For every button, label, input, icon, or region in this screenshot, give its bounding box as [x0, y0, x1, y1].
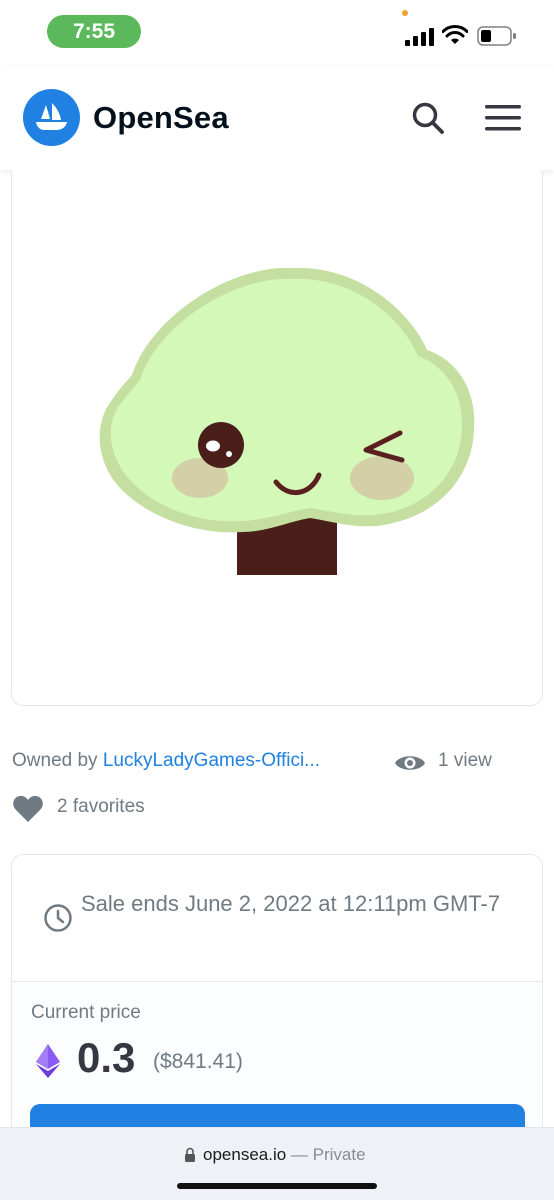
search-button[interactable]	[408, 98, 448, 138]
view-count: 1 view	[438, 750, 492, 771]
browser-url-bar[interactable]: opensea.io — Private	[0, 1127, 554, 1200]
owned-by-row: Owned by LuckyLadyGames-Offici...	[12, 750, 320, 772]
nft-image-card[interactable]	[11, 170, 543, 706]
favorites-count[interactable]: 2 favorites	[57, 796, 145, 818]
owner-link[interactable]: LuckyLadyGames-Offici...	[103, 750, 320, 771]
price-eth: 0.3	[77, 1034, 136, 1081]
status-bar: 7:55	[0, 0, 554, 66]
cellular-signal-icon	[405, 28, 434, 46]
url-domain: opensea.io	[203, 1145, 287, 1164]
clock-icon	[44, 904, 72, 932]
sale-ends-section: Sale ends June 2, 2022 at 12:11pm GMT-7	[12, 855, 542, 982]
battery-icon	[477, 26, 516, 46]
ethereum-icon	[36, 1044, 60, 1078]
current-price-label: Current price	[31, 1002, 141, 1023]
nft-artwork-image	[99, 267, 475, 575]
owned-by-label: Owned by	[12, 750, 103, 771]
sale-ends-text: Sale ends June 2, 2022 at 12:11pm GMT-7	[81, 891, 501, 916]
heart-icon[interactable]	[12, 794, 44, 824]
lock-icon	[185, 1147, 195, 1162]
search-icon	[412, 102, 444, 134]
url-text[interactable]: opensea.io — Private	[203, 1145, 366, 1165]
privacy-indicator-dot	[402, 10, 408, 16]
hamburger-menu-icon	[485, 105, 521, 131]
home-indicator[interactable]	[177, 1183, 377, 1189]
brand-name[interactable]: OpenSea	[93, 100, 229, 136]
ship-icon	[35, 102, 67, 130]
opensea-logo-icon[interactable]	[23, 89, 80, 146]
app-header: OpenSea	[0, 66, 554, 170]
menu-button[interactable]	[483, 100, 523, 136]
wifi-icon	[442, 25, 468, 44]
eye-icon	[395, 756, 425, 770]
price-usd: ($841.41)	[153, 1050, 243, 1073]
status-time: 7:55	[47, 15, 141, 48]
private-mode-label: — Private	[286, 1145, 366, 1164]
